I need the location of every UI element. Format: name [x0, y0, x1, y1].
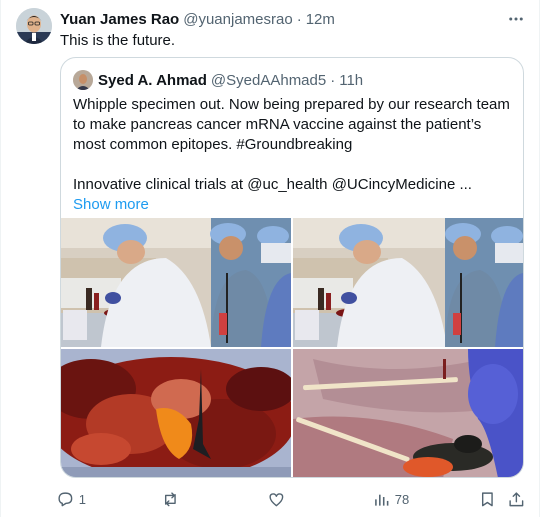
share-icon — [509, 492, 524, 506]
quote-separator-dot: · — [330, 71, 336, 89]
quote-text: Whipple specimen out. Now being prepared… — [73, 95, 513, 215]
quote-author-name[interactable]: Syed A. Ahmad — [98, 72, 207, 89]
author-name[interactable]: Yuan James Rao — [60, 11, 179, 28]
share-button[interactable] — [507, 487, 526, 511]
bookmark-button[interactable] — [478, 487, 497, 511]
like-icon — [269, 492, 284, 506]
quote-paragraph: Innovative clinical trials at @uc_health… — [73, 176, 472, 193]
tweet-header: Yuan James Rao @yuanjamesrao · 12m — [60, 9, 524, 29]
retweet-icon — [164, 492, 176, 506]
quote-header: Syed A. Ahmad @SyedAAhmad5 · 11h — [73, 70, 363, 90]
photo-specimen-2[interactable] — [293, 349, 523, 477]
quote-time[interactable]: 11h — [339, 72, 363, 89]
media-grid — [61, 218, 523, 477]
author-avatar[interactable] — [16, 8, 52, 44]
bookmark-icon — [481, 492, 493, 506]
views-button[interactable]: 78 — [372, 487, 409, 511]
tweet-text: This is the future. — [60, 32, 176, 49]
tweet-time[interactable]: 12m — [306, 11, 335, 28]
quote-author-avatar[interactable] — [73, 70, 93, 90]
timeline-border-left — [0, 0, 1, 517]
tweet-actions: 1 78 — [56, 487, 528, 511]
show-more-link[interactable]: Show more — [73, 196, 149, 213]
photo-specimen-1[interactable] — [61, 349, 291, 477]
reply-button[interactable]: 1 — [56, 487, 86, 511]
like-button[interactable] — [267, 487, 286, 511]
retweet-button[interactable] — [161, 487, 180, 511]
views-icon — [375, 494, 389, 506]
quote-paragraph: Whipple specimen out. Now being prepared… — [73, 96, 510, 153]
quote-tweet-card[interactable]: Syed A. Ahmad @SyedAAhmad5 · 11h Whipple… — [60, 57, 524, 478]
author-handle[interactable]: @yuanjamesrao — [183, 11, 292, 28]
photo-lab-1[interactable] — [61, 218, 291, 347]
more-button[interactable] — [506, 9, 526, 29]
separator-dot: · — [296, 10, 302, 28]
more-icon — [509, 17, 523, 21]
reply-count: 1 — [78, 491, 86, 507]
views-count: 78 — [394, 491, 410, 507]
quote-author-handle[interactable]: @SyedAAhmad5 — [211, 72, 326, 89]
reply-icon — [58, 492, 73, 506]
photo-lab-2[interactable] — [293, 218, 523, 347]
